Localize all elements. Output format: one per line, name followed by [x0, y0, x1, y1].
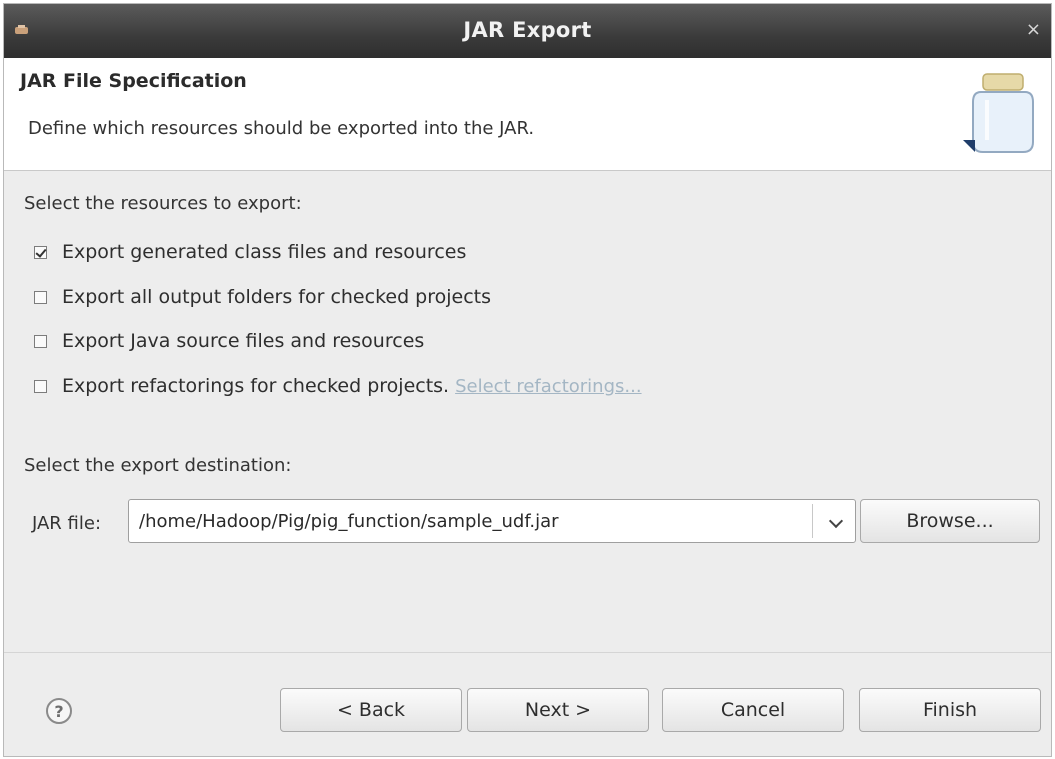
wizard-header: JAR File Specification Define which reso… — [4, 58, 1051, 171]
wizard-content: Select the resources to export: Export g… — [4, 171, 1051, 651]
select-refactorings-link: Select refactorings... — [455, 375, 642, 397]
option-label: Export Java source files and resources — [62, 330, 425, 352]
resources-label: Select the resources to export: — [24, 193, 302, 214]
close-icon[interactable]: × — [1026, 20, 1041, 40]
footer-separator — [4, 652, 1051, 653]
cancel-button[interactable]: Cancel — [662, 688, 844, 732]
next-button[interactable]: Next > — [467, 688, 649, 732]
jar-icon — [963, 73, 1034, 153]
back-button[interactable]: < Back — [280, 688, 462, 732]
title-bar[interactable]: JAR Export × — [4, 4, 1051, 58]
checkbox-checked[interactable] — [34, 245, 47, 259]
checkbox[interactable] — [34, 379, 47, 393]
chevron-down-icon[interactable] — [828, 513, 844, 529]
jar-file-input[interactable]: /home/Hadoop/Pig/pig_function/sample_udf… — [139, 511, 559, 532]
browse-button[interactable]: Browse... — [860, 499, 1040, 543]
finish-button[interactable]: Finish — [859, 688, 1041, 732]
jar-file-label: JAR file: — [32, 513, 102, 534]
page-title: JAR File Specification — [20, 70, 247, 92]
option-java-source[interactable]: Export Java source files and resources — [34, 328, 424, 354]
option-label: Export all output folders for checked pr… — [62, 286, 492, 308]
jar-file-combo[interactable]: /home/Hadoop/Pig/pig_function/sample_udf… — [128, 499, 856, 543]
checkbox[interactable] — [34, 334, 47, 348]
option-label: Export refactorings for checked projects… — [62, 375, 450, 397]
help-icon[interactable]: ? — [46, 698, 72, 724]
window-title: JAR Export — [463, 18, 592, 42]
option-label: Export generated class files and resourc… — [62, 241, 467, 263]
destination-label: Select the export destination: — [24, 455, 292, 476]
option-class-files[interactable]: Export generated class files and resourc… — [34, 239, 466, 265]
option-refactorings[interactable]: Export refactorings for checked projects… — [34, 373, 642, 399]
checkbox[interactable] — [34, 290, 47, 304]
jar-export-dialog: JAR Export × JAR File Specification Defi… — [3, 3, 1052, 757]
option-output-folders[interactable]: Export all output folders for checked pr… — [34, 284, 491, 310]
combo-separator — [812, 504, 813, 538]
page-description: Define which resources should be exporte… — [28, 118, 535, 139]
